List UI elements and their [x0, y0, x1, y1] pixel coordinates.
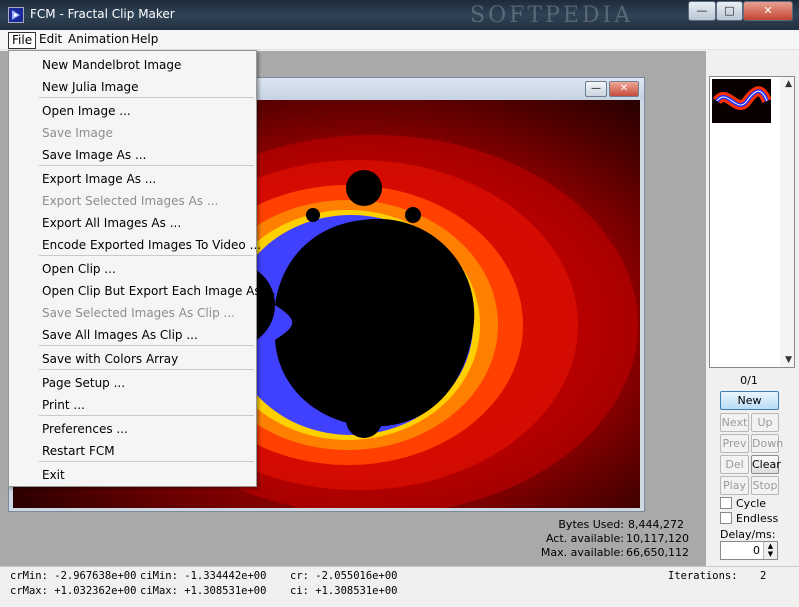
- menu-separator: [39, 165, 254, 166]
- menu-item-export-all[interactable]: Export All Images As ...: [42, 216, 181, 230]
- menu-separator: [39, 369, 254, 370]
- menu-item-open-clip-export[interactable]: Open Clip But Export Each Image As ...: [42, 284, 276, 298]
- menu-item-restart[interactable]: Restart FCM: [42, 444, 115, 458]
- delay-value: 0: [753, 544, 760, 557]
- next-button[interactable]: Next: [720, 413, 749, 432]
- minimize-button[interactable]: —: [688, 1, 716, 21]
- play-button[interactable]: Play: [720, 476, 749, 495]
- new-button[interactable]: New: [720, 391, 779, 410]
- app-icon: [8, 7, 24, 23]
- thumbnail-scrollbar[interactable]: ▲ ▼: [780, 77, 794, 367]
- menu-item-save-image[interactable]: Save Image: [42, 126, 113, 140]
- close-button[interactable]: ✕: [743, 1, 793, 21]
- menu-item-open-clip[interactable]: Open Clip ...: [42, 262, 116, 276]
- menu-item-save-colors[interactable]: Save with Colors Array: [42, 352, 178, 366]
- thumbnail-list[interactable]: ▲ ▼: [709, 76, 795, 368]
- act-available-value: 10,117,120: [626, 532, 689, 545]
- menu-animation[interactable]: Animation: [65, 32, 132, 49]
- menu-item-new-julia[interactable]: New Julia Image: [42, 80, 139, 94]
- clear-button[interactable]: Clear: [751, 455, 781, 474]
- prev-button[interactable]: Prev: [720, 434, 749, 453]
- iterations-label: Iterations:: [668, 570, 738, 582]
- menu-item-export-image-as[interactable]: Export Image As ...: [42, 172, 156, 186]
- thumbnail-item[interactable]: [712, 79, 771, 123]
- cycle-checkbox[interactable]: [720, 497, 732, 509]
- menu-item-new-mandelbrot[interactable]: New Mandelbrot Image: [42, 58, 181, 72]
- menu-separator: [39, 255, 254, 256]
- menu-file[interactable]: File: [8, 32, 37, 49]
- menu-help[interactable]: Help: [128, 32, 161, 49]
- menu-separator: [39, 97, 254, 98]
- scroll-down-icon[interactable]: ▼: [785, 355, 792, 365]
- menu-item-save-selected-clip[interactable]: Save Selected Images As Clip ...: [42, 306, 235, 320]
- crmin-readout: crMin: -2.967638e+00: [10, 570, 137, 582]
- image-window-close-button[interactable]: ✕: [609, 81, 639, 97]
- menu-separator: [39, 345, 254, 346]
- act-available-label: Act. available:: [545, 532, 624, 545]
- menu-item-save-all-clip[interactable]: Save All Images As Clip ...: [42, 328, 198, 342]
- delay-label: Delay/ms:: [720, 528, 776, 541]
- cimin-readout: ciMin: -1.334442e+00: [140, 570, 267, 582]
- image-counter: 0/1: [740, 374, 758, 387]
- delete-button[interactable]: Del: [720, 455, 749, 474]
- title-bar: FCM - Fractal Clip Maker SOFTPEDIA — □ ✕: [0, 0, 799, 30]
- watermark: SOFTPEDIA: [470, 3, 634, 28]
- menu-item-export-selected[interactable]: Export Selected Images As ...: [42, 194, 218, 208]
- menu-item-exit[interactable]: Exit: [42, 468, 65, 482]
- menu-item-encode-video[interactable]: Encode Exported Images To Video ...: [42, 238, 261, 252]
- menu-separator: [39, 415, 254, 416]
- status-bar: crMin: -2.967638e+00 ciMin: -1.334442e+0…: [0, 566, 799, 607]
- menu-item-print[interactable]: Print ...: [42, 398, 85, 412]
- menu-item-preferences[interactable]: Preferences ...: [42, 422, 128, 436]
- spinner-arrows-icon[interactable]: ▲ ▼: [763, 542, 777, 559]
- cr-readout: cr: -2.055016e+00: [290, 570, 398, 582]
- menu-item-open-image[interactable]: Open Image ...: [42, 104, 131, 118]
- cimax-readout: ciMax: +1.308531e+00: [140, 585, 267, 597]
- stop-button[interactable]: Stop: [751, 476, 779, 495]
- image-window-minimize-button[interactable]: —: [585, 81, 607, 97]
- cycle-label: Cycle: [736, 497, 767, 510]
- up-button[interactable]: Up: [751, 413, 779, 432]
- window-title: FCM - Fractal Clip Maker: [30, 7, 175, 21]
- menu-edit[interactable]: Edit: [36, 32, 65, 49]
- ci-readout: ci: +1.308531e+00: [290, 585, 398, 597]
- delay-spinner[interactable]: 0 ▲ ▼: [720, 541, 778, 560]
- endless-checkbox[interactable]: [720, 512, 732, 524]
- down-button[interactable]: Down: [751, 434, 783, 453]
- menu-item-page-setup[interactable]: Page Setup ...: [42, 376, 125, 390]
- bytes-used-label: Bytes Used:: [558, 518, 624, 531]
- max-available-value: 66,650,112: [626, 546, 689, 559]
- iterations-value: 2: [760, 570, 767, 582]
- bytes-used-value: 8,444,272: [628, 518, 684, 531]
- menu-bar: File Edit Animation Help: [0, 30, 799, 50]
- crmax-readout: crMax: +1.032362e+00: [10, 585, 137, 597]
- maximize-button[interactable]: □: [716, 1, 743, 21]
- endless-label: Endless: [736, 512, 779, 525]
- max-available-label: Max. available:: [540, 546, 624, 559]
- file-menu: New Mandelbrot Image New Julia Image Ope…: [8, 50, 276, 487]
- scroll-up-icon[interactable]: ▲: [785, 79, 792, 89]
- menu-separator: [39, 461, 254, 462]
- menu-item-save-image-as[interactable]: Save Image As ...: [42, 148, 146, 162]
